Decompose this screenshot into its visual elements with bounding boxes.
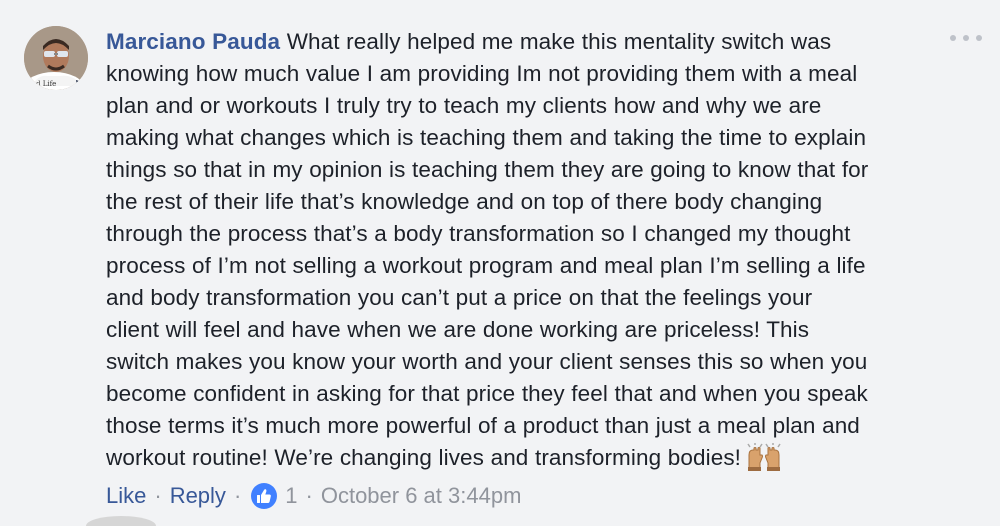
comment-line: and body transformation you can’t put a … [106, 285, 813, 310]
more-dot [976, 35, 982, 41]
comment-line: those terms it’s much more powerful of a… [106, 413, 860, 438]
raising-hands-icon [747, 443, 781, 471]
comment-body: Marciano Pauda What really helped me mak… [106, 26, 956, 474]
separator: · [154, 483, 162, 508]
more-dot [963, 35, 969, 41]
comment-line: switch makes you know your worth and you… [106, 349, 868, 374]
comment-line: Marciano Pauda What really helped me mak… [106, 26, 956, 58]
comment-line: workout routine! We’re changing lives an… [106, 442, 956, 474]
comment-line: things so that in my opinion is teaching… [106, 157, 869, 182]
like-button[interactable]: Like [106, 483, 146, 509]
comment-actions: Like · Reply · 1 · October 6 at 3:44pm [106, 480, 521, 512]
comment: d Life Marciano Pauda What really helped… [0, 0, 1000, 526]
separator: · [305, 483, 313, 508]
svg-text:d Life: d Life [36, 80, 56, 88]
comment-line: making what changes which is teaching th… [106, 125, 867, 150]
comment-line: knowing how much value I am providing Im… [106, 61, 858, 86]
comment-line: through the process that’s a body transf… [106, 221, 851, 246]
comment-line: plan and or workouts I truly try to teac… [106, 93, 822, 118]
separator: · [233, 483, 242, 508]
reply-button[interactable]: Reply [170, 483, 226, 509]
author-avatar[interactable]: d Life [24, 26, 88, 90]
comment-line: client will feel and have when we are do… [106, 317, 810, 342]
author-name[interactable]: Marciano Pauda [106, 29, 280, 54]
comment-text: What really helped me make this mentalit… [280, 29, 832, 54]
avatar-image: d Life [24, 26, 88, 90]
timestamp[interactable]: October 6 at 3:44pm [321, 483, 522, 509]
comment-text: workout routine! We’re changing lives an… [106, 445, 742, 470]
comment-line: process of I’m not selling a workout pro… [106, 253, 866, 278]
comment-line: become confident in asking for that pric… [106, 381, 868, 406]
thumbs-up-icon[interactable] [251, 483, 278, 509]
comment-line: the rest of their life that’s knowledge … [106, 189, 823, 214]
next-comment-avatar [86, 516, 156, 526]
reaction-count[interactable]: 1 [285, 483, 297, 509]
